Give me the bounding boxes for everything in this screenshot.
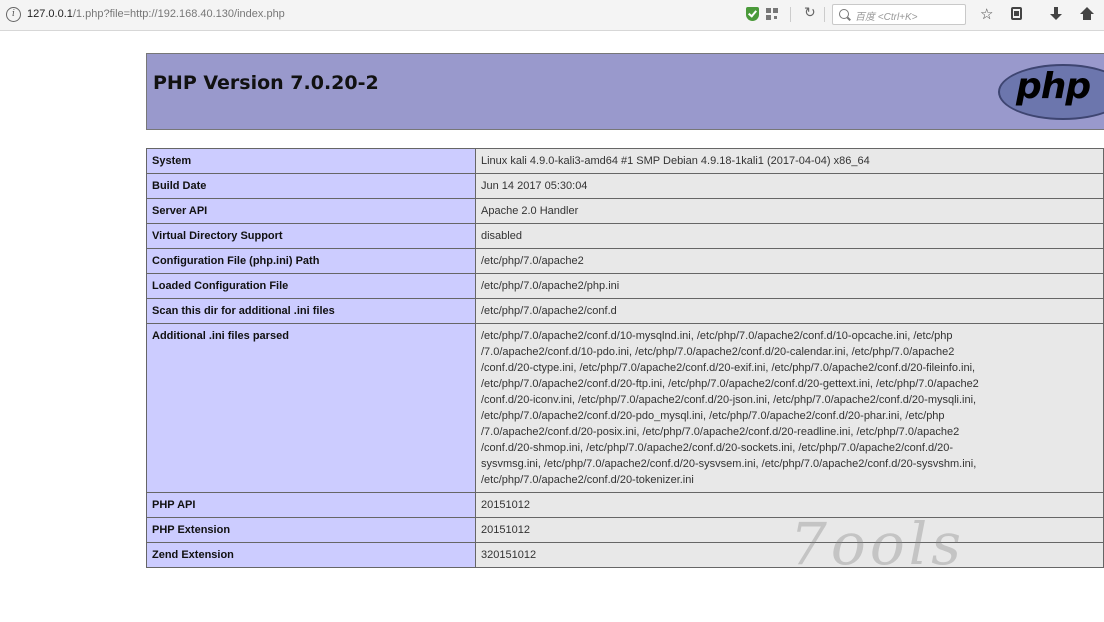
row-key: System — [146, 148, 476, 174]
php-logo[interactable]: php — [998, 64, 1104, 120]
row-value: /etc/php/7.0/apache2/conf.d — [475, 298, 1104, 324]
php-version-header: PHP Version 7.0.20-2 php — [146, 53, 1104, 130]
address-bar[interactable]: 127.0.0.1/1.php?file=http://192.168.40.1… — [27, 8, 285, 20]
row-key: Loaded Configuration File — [146, 273, 476, 299]
clipboard-icon[interactable] — [1011, 7, 1022, 20]
row-key: PHP API — [146, 492, 476, 518]
search-placeholder: 百度 <Ctrl+K> — [855, 12, 918, 23]
reload-icon[interactable]: ↻ — [804, 5, 816, 21]
download-icon[interactable] — [1050, 7, 1062, 21]
table-row: Loaded Configuration File/etc/php/7.0/ap… — [146, 273, 1104, 299]
url-path: /1.php?file=http://192.168.40.130/index.… — [72, 8, 285, 20]
row-key: Virtual Directory Support — [146, 223, 476, 249]
row-value: /etc/php/7.0/apache2/php.ini — [475, 273, 1104, 299]
toolbar-divider — [790, 7, 791, 22]
table-row: Build Date Jun 14 2017 05:30:04 — [146, 173, 1104, 199]
row-value: Jun 14 2017 05:30:04 — [475, 173, 1104, 199]
row-value: /etc/php/7.0/apache2/conf.d/10-mysqlnd.i… — [475, 323, 1104, 493]
table-row: Virtual Directory Support disabled — [146, 223, 1104, 249]
phpinfo-table: System Linux kali 4.9.0-kali3-amd64 #1 SM… — [146, 148, 1104, 568]
row-value-text: /etc/php/7.0/apache2/conf.d/10-mysqlnd.i… — [481, 330, 979, 486]
table-row: Configuration File (php.ini) Path/etc/ph… — [146, 248, 1104, 274]
shield-icon[interactable] — [746, 7, 759, 21]
row-key: PHP Extension — [146, 517, 476, 543]
page-title: PHP Version 7.0.20-2 — [153, 72, 379, 94]
table-row: System Linux kali 4.9.0-kali3-amd64 #1 SM… — [146, 148, 1104, 174]
qr-code-icon[interactable] — [766, 8, 778, 20]
row-key: Additional .ini files parsed — [146, 323, 476, 493]
table-row: Additional .ini files parsed/etc/php/7.0… — [146, 323, 1104, 493]
url-host: 127.0.0.1 — [27, 8, 73, 20]
toolbar-divider — [824, 7, 825, 22]
site-info-icon[interactable]: i — [6, 7, 21, 22]
watermark: 7ools — [790, 510, 966, 578]
row-key: Zend Extension — [146, 542, 476, 568]
search-input[interactable]: 百度 <Ctrl+K> — [832, 4, 966, 25]
row-key: Configuration File (php.ini) Path — [146, 248, 476, 274]
row-value: disabled — [475, 223, 1104, 249]
row-key: Scan this dir for additional .ini files — [146, 298, 476, 324]
browser-toolbar: i 127.0.0.1/1.php?file=http://192.168.40… — [0, 0, 1104, 31]
table-row: Server API Apache 2.0 Handler — [146, 198, 1104, 224]
row-value: /etc/php/7.0/apache2 — [475, 248, 1104, 274]
table-row: Scan this dir for additional .ini files /… — [146, 298, 1104, 324]
row-key: Server API — [146, 198, 476, 224]
row-value: Apache 2.0 Handler — [475, 198, 1104, 224]
row-key: Build Date — [146, 173, 476, 199]
row-value: Linux kali 4.9.0-kali3-amd64 #1 SMP Debi… — [475, 148, 1104, 174]
bookmark-star-icon[interactable]: ☆ — [980, 5, 993, 23]
search-icon — [839, 9, 849, 19]
home-icon[interactable] — [1080, 7, 1094, 21]
php-logo-text: php — [1016, 66, 1091, 107]
